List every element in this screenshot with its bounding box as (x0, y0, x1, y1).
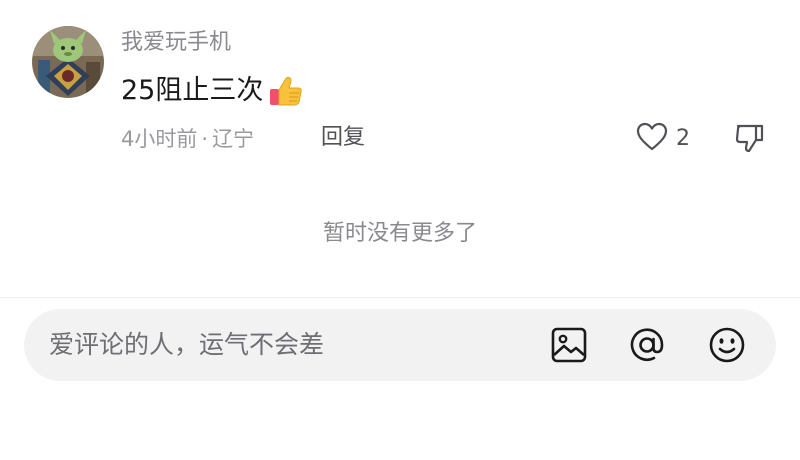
comment-time: 4小时前 (121, 127, 198, 151)
comment-item: 我爱玩手机 25阻止三次 4小时前 · 辽宁 回复 2 (0, 0, 800, 180)
like-button[interactable]: 2 (636, 122, 690, 156)
image-icon[interactable] (549, 325, 589, 365)
comment-body: 25阻止三次 (121, 72, 305, 110)
avatar-image (32, 26, 104, 98)
meta-separator: · (201, 127, 209, 151)
username[interactable]: 我爱玩手机 (121, 28, 231, 58)
heart-icon (636, 122, 668, 156)
no-more-text: 暂时没有更多了 (322, 221, 477, 246)
comment-page: 我爱玩手机 25阻止三次 4小时前 · 辽宁 回复 2 暂时没有更多了 爱评论的… (0, 0, 800, 460)
at-icon[interactable] (627, 325, 667, 365)
divider (0, 297, 800, 298)
thumbs-up-emoji-icon (267, 72, 305, 110)
like-count: 2 (676, 126, 690, 151)
avatar[interactable] (32, 26, 104, 98)
comment-text: 25阻止三次 (121, 75, 264, 106)
comment-input-bar[interactable]: 爱评论的人，运气不会差 (24, 309, 776, 381)
thumbs-down-icon (735, 124, 764, 153)
reply-button[interactable]: 回复 (321, 123, 365, 153)
comment-location: 辽宁 (212, 127, 255, 151)
emoji-icon[interactable] (707, 325, 747, 365)
dislike-button[interactable] (734, 122, 766, 154)
comment-meta: 4小时前 · 辽宁 (121, 124, 254, 154)
comment-input[interactable]: 爱评论的人，运气不会差 (49, 329, 324, 361)
